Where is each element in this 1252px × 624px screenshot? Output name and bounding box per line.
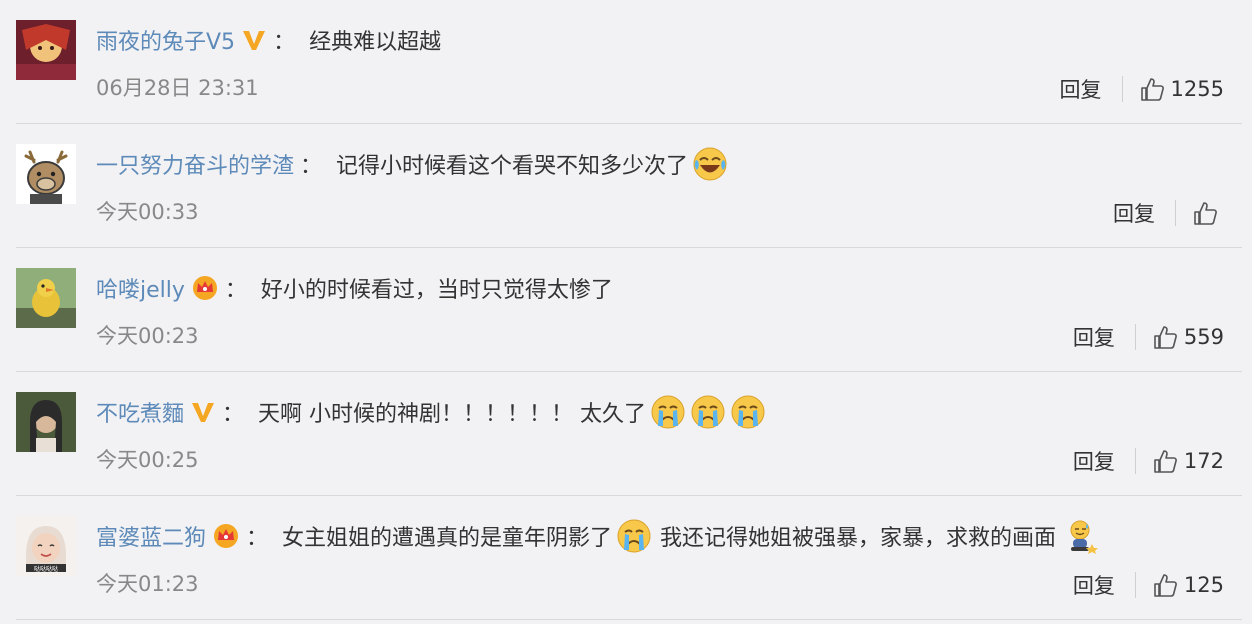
comment-text: 女主姐姐的遭遇真的是童年阴影了 xyxy=(282,526,613,551)
username-link[interactable]: 不吃煮麵 xyxy=(96,396,184,428)
reply-button[interactable]: 回复 xyxy=(1073,570,1115,600)
comment-line: 哈喽jelly ： 好小的时候看过，当时只觉得太惨了 xyxy=(96,270,613,306)
avatar[interactable] xyxy=(16,392,76,452)
username-link[interactable]: 哈喽jelly xyxy=(96,272,185,304)
timestamp: 今天00:25 xyxy=(96,448,199,472)
username-link[interactable]: 富婆蓝二狗 xyxy=(96,520,206,552)
thumbs-up-icon xyxy=(1154,450,1177,473)
like-count: 172 xyxy=(1183,449,1224,473)
like-button[interactable]: 125 xyxy=(1152,572,1224,598)
comment-item: 雨夜的兔子V5 ： 经典难以超越 06月28日 23:31 回复 1255 xyxy=(0,0,1252,124)
like-count: 125 xyxy=(1183,573,1224,597)
colon: ： xyxy=(273,30,296,55)
vip-v-badge-icon xyxy=(190,399,216,425)
username-link[interactable]: 一只努力奋斗的学渣 xyxy=(96,148,294,180)
vip-crown-badge-icon xyxy=(212,522,240,550)
like-button[interactable]: 559 xyxy=(1152,324,1224,350)
comment-text: 天啊 小时候的神剧！！！！！！ 太久了 xyxy=(258,402,647,427)
like-button[interactable]: 1255 xyxy=(1139,76,1224,102)
divider xyxy=(1134,448,1136,474)
sweat-sit-emoji-icon xyxy=(1064,518,1100,554)
username-link[interactable]: 雨夜的兔子V5 xyxy=(96,24,235,56)
avatar[interactable] xyxy=(16,144,76,204)
crying-emoji-icon xyxy=(650,394,686,430)
colon: ： xyxy=(222,402,245,427)
colon: ： xyxy=(246,526,269,551)
vip-crown-badge-icon xyxy=(191,274,219,302)
timestamp: 今天00:23 xyxy=(96,324,199,348)
crying-emoji-icon xyxy=(616,518,652,554)
divider xyxy=(1134,324,1136,350)
comment-line: 不吃煮麵 ： 天啊 小时候的神剧！！！！！！ 太久了 xyxy=(96,394,766,430)
like-button[interactable] xyxy=(1192,200,1224,226)
crying-emoji-icon xyxy=(690,394,726,430)
laugh-cry-emoji-icon xyxy=(692,146,728,182)
comment-actions: 回复 1255 xyxy=(1060,72,1224,106)
avatar[interactable] xyxy=(16,268,76,328)
comment-item: 一只努力奋斗的学渣 ： 记得小时候看这个看哭不知多少次了 今天00:33 回复 xyxy=(0,124,1252,248)
comment-actions: 回复 xyxy=(1113,196,1224,230)
like-count: 1255 xyxy=(1170,77,1224,101)
like-button[interactable]: 172 xyxy=(1152,448,1224,474)
comment-item: 哈喽jelly ： 好小的时候看过，当时只觉得太惨了 今天00:23 回复 55… xyxy=(0,248,1252,372)
comment-text: 记得小时候看这个看哭不知多少次了 xyxy=(336,154,689,179)
reply-button[interactable]: 回复 xyxy=(1060,74,1102,104)
timestamp: 今天00:33 xyxy=(96,200,199,224)
comment-line: 一只努力奋斗的学渣 ： 记得小时候看这个看哭不知多少次了 xyxy=(96,146,728,182)
comment-item: 不吃煮麵 ： 天啊 小时候的神剧！！！！！！ 太久了 今天00:25 回复 17… xyxy=(0,372,1252,496)
comment-actions: 回复 125 xyxy=(1073,568,1224,602)
comment-line: 富婆蓝二狗 ： 女主姐姐的遭遇真的是童年阴影了 我还记得她姐被强暴，家暴，求救的… xyxy=(96,518,1100,554)
divider xyxy=(1134,572,1136,598)
crying-emoji-icon xyxy=(730,394,766,430)
divider xyxy=(1175,200,1176,226)
divider xyxy=(1121,76,1123,102)
avatar[interactable]: 哒哒哒哒 xyxy=(16,516,76,576)
comment-text: 好小的时候看过，当时只觉得太惨了 xyxy=(260,278,613,303)
comment-actions: 回复 172 xyxy=(1073,444,1224,478)
thumbs-up-icon xyxy=(1154,574,1177,597)
timestamp: 06月28日 23:31 xyxy=(96,76,259,100)
avatar-caption: 哒哒哒哒 xyxy=(34,565,58,573)
timestamp: 今天01:23 xyxy=(96,572,199,596)
comment-line: 雨夜的兔子V5 ： 经典难以超越 xyxy=(96,22,441,58)
colon: ： xyxy=(300,154,323,179)
divider xyxy=(16,619,1242,620)
comment-text: 我还记得她姐被强暴，家暴，求救的画面 xyxy=(660,526,1057,551)
reply-button[interactable]: 回复 xyxy=(1073,322,1115,352)
comment-text: 经典难以超越 xyxy=(309,30,442,55)
comment-actions: 回复 559 xyxy=(1073,320,1224,354)
thumbs-up-icon xyxy=(1154,326,1177,349)
comment-item: 哒哒哒哒 富婆蓝二狗 ： 女主姐姐的遭遇真的是童年阴影了 我还记得她姐被强暴，家… xyxy=(0,496,1252,620)
vip-v-badge-icon xyxy=(241,27,267,53)
like-count: 559 xyxy=(1183,325,1224,349)
reply-button[interactable]: 回复 xyxy=(1113,198,1155,228)
reply-button[interactable]: 回复 xyxy=(1073,446,1115,476)
colon: ： xyxy=(224,278,247,303)
thumbs-up-icon xyxy=(1140,78,1164,101)
avatar[interactable] xyxy=(16,20,76,80)
thumbs-up-icon xyxy=(1194,202,1217,225)
